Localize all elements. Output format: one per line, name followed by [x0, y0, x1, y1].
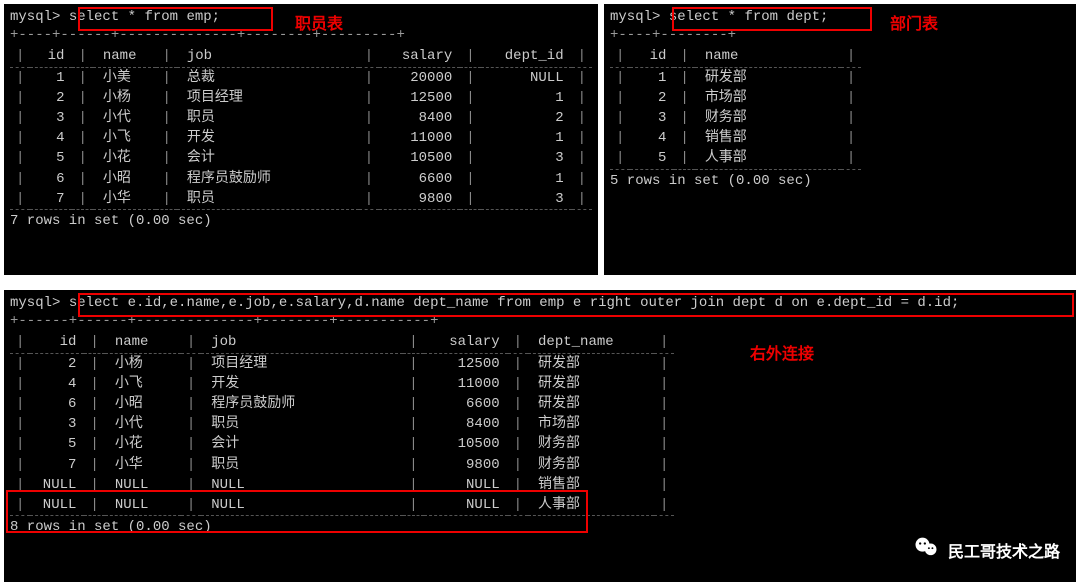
table-row: |3|财务部|: [610, 108, 861, 128]
table-join: |id |name |job |salary |dept_name| |2|小杨…: [10, 332, 674, 516]
table-row: |1|小美|总裁|20000|NULL|: [10, 67, 592, 88]
table-row: |6|小昭|程序员鼓励师|6600|1|: [10, 169, 592, 189]
watermark: 民工哥技术之路: [912, 533, 1060, 566]
highlight-null-rows: [6, 490, 588, 533]
highlight-sql-dept: [672, 7, 872, 31]
highlight-sql-join: [78, 293, 1074, 317]
table-row: |3|小代|职员|8400|2|: [10, 108, 592, 128]
terminal-emp: mysql> select * from emp; +----+------+-…: [4, 4, 598, 275]
table-row: |4|小飞|开发|11000|研发部|: [10, 374, 674, 394]
label-dept-table: 部门表: [890, 10, 938, 34]
label-right-outer-join: 右外连接: [750, 340, 814, 364]
table-row: |5|小花|会计|10500|3|: [10, 148, 592, 168]
table-row: |7|小华|职员|9800|财务部|: [10, 455, 674, 475]
table-row: |5|小花|会计|10500|财务部|: [10, 434, 674, 454]
result-footer: 5 rows in set (0.00 sec): [610, 172, 1070, 190]
terminal-dept: mysql> select * from dept; +----+-------…: [604, 4, 1076, 275]
table-row: |7|小华|职员|9800|3|: [10, 189, 592, 209]
label-emp-table: 职员表: [295, 10, 343, 34]
table-row: |5|人事部|: [610, 148, 861, 168]
watermark-text: 民工哥技术之路: [948, 538, 1060, 562]
table-row: |4|小飞|开发|11000|1|: [10, 128, 592, 148]
mysql-prompt: mysql>: [10, 9, 60, 25]
wechat-icon: [912, 533, 948, 566]
mysql-prompt: mysql>: [10, 295, 60, 311]
table-emp: |id |name |job |salary |dept_id| |1|小美|总…: [10, 46, 592, 210]
table-row: |3|小代|职员|8400|市场部|: [10, 414, 674, 434]
table-dept: |id |name| |1|研发部| |2|市场部| |3|财务部| |4|销售…: [610, 46, 861, 169]
table-row: |2|市场部|: [610, 88, 861, 108]
mysql-prompt: mysql>: [610, 9, 660, 25]
table-row: |4|销售部|: [610, 128, 861, 148]
highlight-sql-emp: [78, 7, 273, 31]
table-row: |2|小杨|项目经理|12500|研发部|: [10, 353, 674, 374]
table-row: |2|小杨|项目经理|12500|1|: [10, 88, 592, 108]
table-row: |1|研发部|: [610, 67, 861, 88]
result-footer: 7 rows in set (0.00 sec): [10, 212, 592, 230]
table-row: |6|小昭|程序员鼓励师|6600|研发部|: [10, 394, 674, 414]
